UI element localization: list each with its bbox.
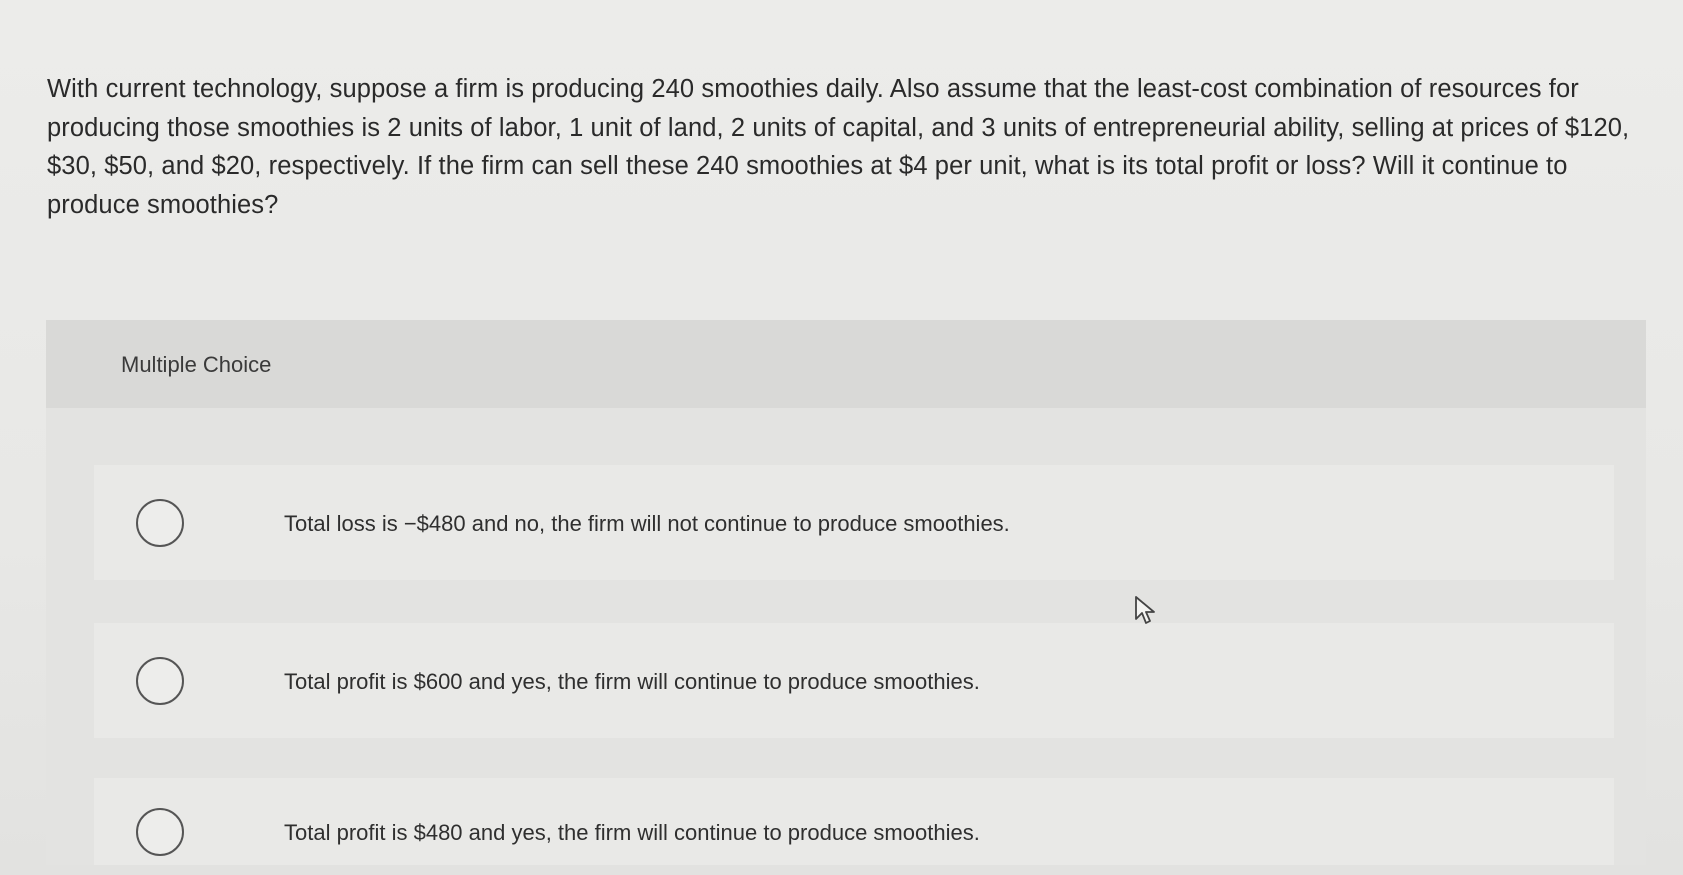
multiple-choice-panel: Multiple Choice Total loss is −$480 and … (46, 320, 1646, 865)
options-list: Total loss is −$480 and no, the firm wil… (46, 408, 1646, 865)
option-1[interactable]: Total loss is −$480 and no, the firm wil… (94, 465, 1614, 580)
option-3[interactable]: Total profit is $480 and yes, the firm w… (94, 778, 1614, 865)
option-2[interactable]: Total profit is $600 and yes, the firm w… (94, 623, 1614, 738)
option-2-label[interactable]: Total profit is $600 and yes, the firm w… (284, 669, 980, 695)
mouse-pointer-icon (1135, 596, 1155, 624)
page: With current technology, suppose a firm … (0, 0, 1683, 875)
option-1-label[interactable]: Total loss is −$480 and no, the firm wil… (284, 511, 1010, 537)
radio-unselected-icon[interactable] (136, 808, 184, 856)
multiple-choice-header: Multiple Choice (46, 320, 1646, 408)
radio-unselected-icon[interactable] (136, 657, 184, 705)
question-text: With current technology, suppose a firm … (47, 75, 1630, 219)
multiple-choice-title: Multiple Choice (121, 352, 272, 377)
option-3-label[interactable]: Total profit is $480 and yes, the firm w… (284, 820, 980, 846)
radio-unselected-icon[interactable] (136, 499, 184, 547)
